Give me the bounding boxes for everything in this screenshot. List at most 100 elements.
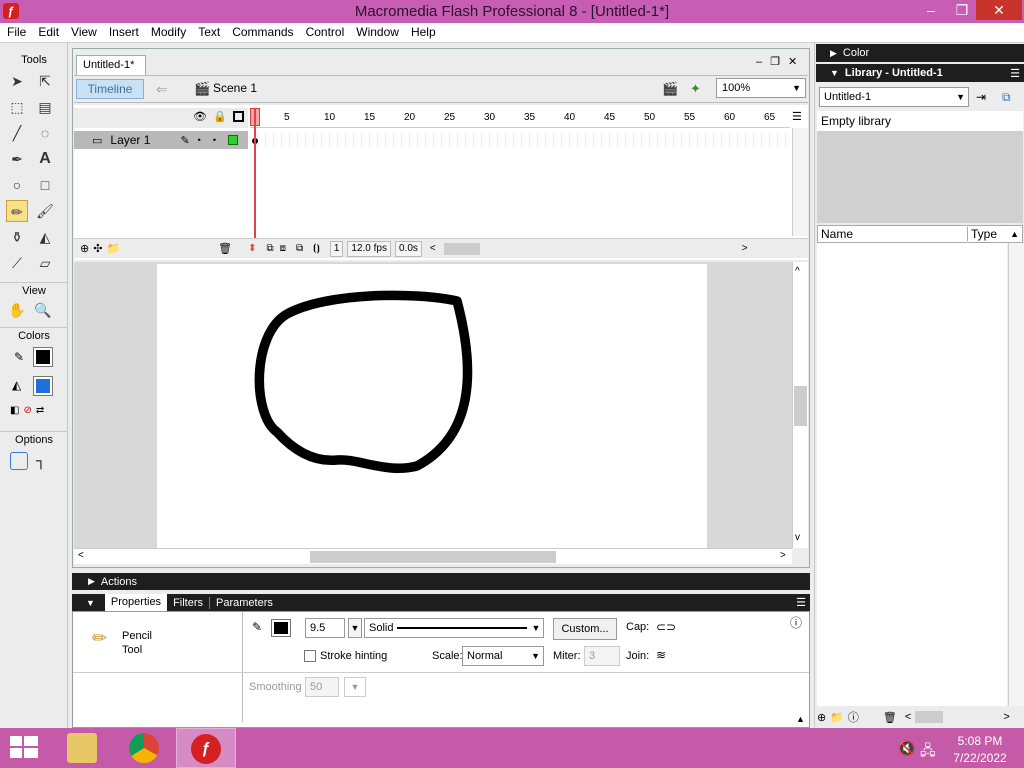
modify-markers-icon[interactable]: ⦗⦘ [313, 243, 320, 254]
stage-hscroll-thumb[interactable] [310, 551, 556, 563]
expanded-arrow-icon[interactable]: ▼ [830, 68, 839, 78]
edit-symbols-icon[interactable]: ✦ [690, 81, 701, 97]
tab-parameters[interactable]: Parameters [209, 596, 273, 609]
name-column-header[interactable]: Name [818, 227, 968, 241]
menu-edit[interactable]: Edit [33, 23, 64, 42]
delete-layer-icon[interactable]: 🗑 [218, 242, 232, 255]
timeline-menu-icon[interactable]: ☰ [792, 110, 802, 123]
sort-order-icon[interactable]: ▲ [1010, 229, 1019, 239]
clock-date[interactable]: 7/22/2022 [940, 751, 1020, 765]
stroke-hinting-checkbox[interactable] [304, 650, 316, 662]
miter-input[interactable]: 3 [584, 646, 620, 666]
paint-bucket-tool-icon[interactable]: ◭ [34, 226, 56, 248]
black-white-icon[interactable]: ◧ [10, 405, 19, 416]
properties-menu-icon[interactable]: ☰ [796, 596, 806, 609]
menu-file[interactable]: File [2, 23, 31, 42]
actions-panel-bar[interactable]: ▶ Actions [72, 573, 810, 590]
menu-window[interactable]: Window [351, 23, 404, 42]
scroll-right-icon[interactable]: > [742, 243, 748, 254]
menu-text[interactable]: Text [193, 23, 225, 42]
timeline-hscroll-thumb[interactable] [443, 242, 480, 255]
center-frame-icon[interactable]: ⬍ [248, 243, 256, 254]
stroke-color-swatch[interactable] [33, 347, 53, 367]
object-drawing-icon[interactable] [10, 452, 28, 470]
menu-control[interactable]: Control [301, 23, 350, 42]
back-arrow-icon[interactable]: ⇐ [156, 81, 168, 98]
eye-icon[interactable]: 👁 [193, 110, 207, 123]
add-guide-icon[interactable]: ✣ [93, 242, 102, 255]
library-list[interactable] [817, 243, 1007, 706]
text-tool-icon[interactable]: A [34, 148, 56, 170]
fill-color-swatch[interactable] [33, 376, 53, 396]
file-explorer-taskbar-icon[interactable] [52, 728, 112, 768]
new-folder-icon[interactable]: 📁 [830, 711, 844, 724]
restore-icon[interactable]: ❐ [945, 0, 979, 20]
edit-scene-icon[interactable]: 🎬 [662, 81, 678, 97]
edit-multiple-icon[interactable]: ⧉ [296, 243, 303, 254]
cap-style-icon[interactable]: ⊂⊃ [656, 620, 676, 634]
stage-vscroll-thumb[interactable] [794, 386, 807, 426]
stroke-height-chevron-icon[interactable]: ▼ [348, 618, 362, 638]
stroke-style-select[interactable]: Solid ▼ [364, 618, 544, 638]
minimize-icon[interactable]: – [914, 0, 948, 20]
delete-item-icon[interactable]: 🗑 [883, 711, 897, 724]
pencil-mode-icon[interactable]: ┐ [36, 452, 46, 468]
smoothing-chevron-icon[interactable]: ▼ [344, 677, 366, 697]
selection-tool-icon[interactable]: ➤ [6, 70, 28, 92]
clock-time[interactable]: 5:08 PM [940, 734, 1020, 748]
layer-row[interactable]: ▭ Layer 1 ✎ • • [74, 131, 248, 149]
zoom-tool-icon[interactable]: 🔍 [32, 299, 54, 321]
no-color-icon[interactable]: ⊘ [23, 405, 31, 416]
hand-tool-icon[interactable]: ✋ [6, 299, 28, 321]
new-symbol-icon[interactable]: ⊕ [817, 711, 826, 724]
line-tool-icon[interactable]: ╱ [6, 122, 28, 144]
stage-vscroll[interactable]: ^ v [792, 262, 808, 548]
scroll-up-icon[interactable]: ^ [795, 266, 800, 277]
menu-view[interactable]: View [66, 23, 102, 42]
network-icon[interactable]: 🖧 [920, 740, 936, 764]
custom-stroke-button[interactable]: Custom... [553, 618, 617, 640]
menu-commands[interactable]: Commands [227, 23, 298, 42]
doc-restore-icon[interactable]: ❐ [770, 55, 780, 68]
properties-icon[interactable]: ⓘ [848, 709, 859, 725]
close-icon[interactable]: ✕ [976, 0, 1022, 20]
type-column-header[interactable]: Type [968, 227, 997, 241]
zoom-select[interactable]: 100% ▼ [716, 78, 806, 98]
hscroll-left-icon[interactable]: < [78, 550, 84, 561]
pin-library-icon[interactable]: ⇥ [976, 90, 986, 104]
library-vscroll[interactable] [1008, 243, 1024, 706]
library-document-select[interactable]: Untitled-1 ▼ [819, 87, 969, 107]
windows-start-icon[interactable] [10, 736, 38, 760]
flash-app-icon[interactable]: ƒ [3, 3, 19, 19]
hscroll-right-icon[interactable]: > [780, 550, 786, 561]
scroll-down-icon[interactable]: v [795, 532, 800, 543]
timeline-vscroll[interactable] [792, 128, 808, 236]
free-transform-tool-icon[interactable]: ⬚ [6, 96, 28, 118]
lasso-tool-icon[interactable]: ◌ [34, 122, 56, 144]
new-library-panel-icon[interactable]: ⧉ [1002, 90, 1011, 105]
smoothing-input[interactable]: 50 [305, 677, 339, 697]
insert-folder-icon[interactable]: 📁 [106, 242, 120, 255]
library-menu-icon[interactable]: ☰ [1010, 67, 1020, 80]
join-style-icon[interactable]: ≋ [656, 648, 666, 662]
oval-tool-icon[interactable]: ○ [6, 174, 28, 196]
timeline-toggle-button[interactable]: Timeline [76, 79, 144, 99]
swap-colors-icon[interactable]: ⇄ [36, 405, 44, 416]
frame-ruler[interactable]: 1 5 10 15 20 25 30 35 40 45 50 55 60 65 [250, 108, 790, 128]
lock-icon[interactable]: 🔒 [213, 110, 227, 123]
flash-taskbar-icon[interactable]: ƒ [176, 728, 236, 768]
pencil-tool-icon[interactable]: ✏ [6, 200, 28, 222]
props-stroke-color-swatch[interactable] [271, 619, 291, 637]
outline-icon[interactable] [232, 111, 244, 122]
tab-filters[interactable]: Filters [173, 597, 203, 609]
library-scroll-left-icon[interactable]: < [905, 711, 911, 723]
color-panel-bar[interactable]: ▶ Color [816, 44, 1024, 62]
onion-skin-icon[interactable]: ⧉ [267, 243, 274, 254]
menu-modify[interactable]: Modify [146, 23, 191, 42]
document-tab[interactable]: Untitled-1* [76, 55, 146, 75]
layer-outline-color[interactable] [227, 135, 238, 145]
ink-bottle-tool-icon[interactable]: ⚱ [6, 226, 28, 248]
resize-grip-icon[interactable]: ▲ [796, 714, 805, 724]
doc-minimize-icon[interactable]: – [756, 56, 762, 68]
scroll-left-icon[interactable]: < [430, 243, 436, 254]
